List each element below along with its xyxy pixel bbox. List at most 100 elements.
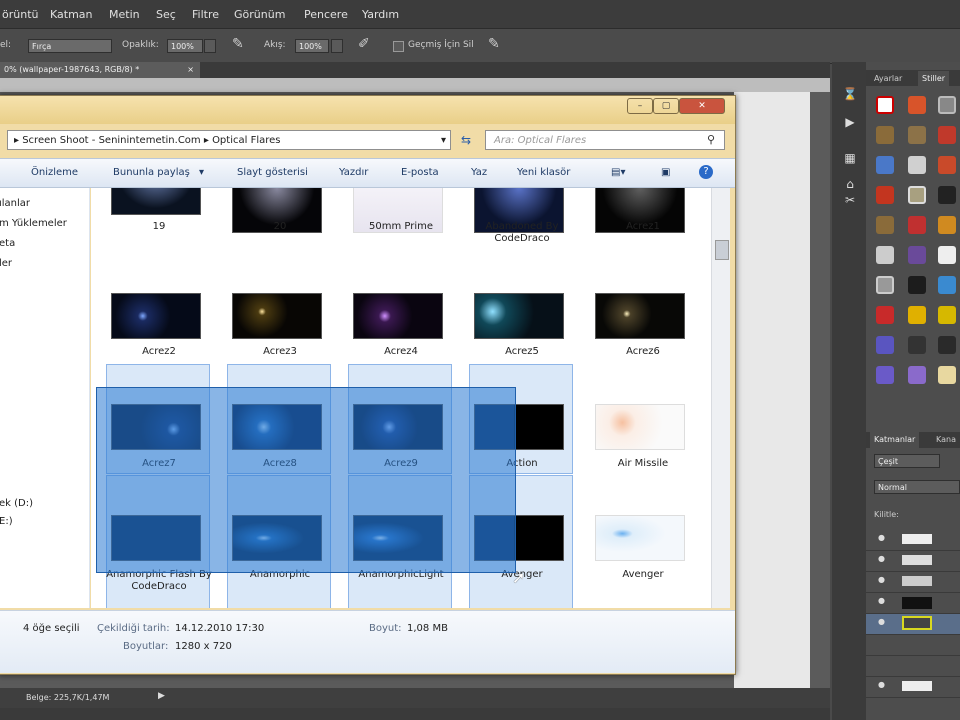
menu-item-view[interactable]: Görünüm bbox=[234, 8, 285, 21]
file-name[interactable]: Air Missile bbox=[579, 458, 707, 470]
print-button[interactable]: Yazdır bbox=[339, 167, 368, 178]
style-swatch[interactable] bbox=[938, 96, 956, 114]
file-thumbnail[interactable] bbox=[111, 188, 201, 215]
style-swatch[interactable] bbox=[876, 306, 894, 324]
refresh-button[interactable]: ⇆ bbox=[455, 130, 477, 150]
menu-item-layer[interactable]: Katman bbox=[50, 8, 93, 21]
address-bar[interactable]: ▸ Screen Shoot - Seninintemetin.Com ▸ Op… bbox=[7, 130, 451, 150]
style-swatch[interactable] bbox=[938, 186, 956, 204]
layer-row[interactable]: ● bbox=[866, 677, 960, 698]
share-with-button[interactable]: Bununla paylaş bbox=[113, 167, 190, 178]
nav-item-drive-d[interactable]: ek (D:) bbox=[0, 498, 33, 509]
file-name[interactable]: Acrez1 bbox=[579, 221, 707, 233]
help-icon[interactable]: ? bbox=[699, 165, 713, 179]
eye-icon[interactable]: ● bbox=[878, 617, 885, 626]
style-swatch[interactable] bbox=[938, 246, 956, 264]
flow-field[interactable]: 100% bbox=[295, 39, 329, 53]
slideshow-button[interactable]: Slayt gösterisi bbox=[237, 167, 308, 178]
style-swatch[interactable] bbox=[876, 336, 894, 354]
preview-button[interactable]: Önizleme bbox=[31, 167, 78, 178]
file-thumbnail[interactable] bbox=[595, 404, 685, 450]
layer-effects-row[interactable] bbox=[866, 635, 960, 656]
search-input[interactable]: Ara: Optical Flares bbox=[485, 130, 725, 150]
swatches-icon[interactable]: ▦ bbox=[840, 148, 860, 168]
chevron-down-icon[interactable]: ▾ bbox=[441, 131, 446, 151]
status-arrow-icon[interactable]: ▶ bbox=[158, 691, 165, 701]
style-swatch[interactable] bbox=[938, 366, 956, 384]
file-thumbnail[interactable] bbox=[111, 293, 201, 339]
airbrush-icon[interactable]: ✐ bbox=[358, 36, 370, 52]
style-swatch[interactable] bbox=[938, 126, 956, 144]
breadcrumb-item[interactable]: Optical Flares bbox=[212, 135, 280, 146]
style-swatch[interactable] bbox=[938, 306, 956, 324]
style-swatch[interactable] bbox=[908, 246, 926, 264]
preview-pane-icon[interactable]: ▣ bbox=[661, 167, 670, 178]
menu-item-image[interactable]: örüntü bbox=[2, 8, 38, 21]
new-folder-button[interactable]: Yeni klasör bbox=[517, 167, 570, 178]
erase-history-checkbox[interactable] bbox=[393, 41, 404, 52]
style-swatch[interactable] bbox=[938, 156, 956, 174]
file-name[interactable]: 19 bbox=[95, 221, 223, 233]
eye-icon[interactable]: ● bbox=[878, 680, 885, 689]
style-swatch[interactable] bbox=[876, 216, 894, 234]
preset-select[interactable]: Fırça bbox=[28, 39, 112, 53]
style-swatch[interactable] bbox=[876, 366, 894, 384]
style-swatch[interactable] bbox=[908, 366, 926, 384]
layer-row-selected[interactable]: ● bbox=[866, 614, 960, 635]
layer-row[interactable]: ● bbox=[866, 593, 960, 614]
search-icon[interactable]: ⚲ bbox=[707, 133, 715, 146]
email-button[interactable]: E-posta bbox=[401, 167, 439, 178]
menu-item-help[interactable]: Yardım bbox=[362, 8, 399, 21]
nav-item-downloads[interactable]: m Yüklemeler bbox=[0, 218, 67, 229]
flow-dropdown[interactable] bbox=[331, 39, 343, 53]
file-name[interactable]: Abandoned By CodeDraco bbox=[458, 221, 586, 245]
close-icon[interactable]: × bbox=[187, 62, 194, 78]
tab-channels[interactable]: Kana bbox=[932, 432, 960, 448]
eye-icon[interactable]: ● bbox=[878, 554, 885, 563]
opacity-field[interactable]: 100% bbox=[167, 39, 203, 53]
opacity-dropdown[interactable] bbox=[204, 39, 216, 53]
style-swatch[interactable] bbox=[876, 96, 894, 114]
style-swatch[interactable] bbox=[908, 96, 926, 114]
vertical-scrollbar[interactable] bbox=[711, 188, 730, 608]
style-swatch[interactable] bbox=[908, 156, 926, 174]
breadcrumb-item[interactable]: Screen Shoot - Seninintemetin.Com bbox=[22, 135, 200, 146]
file-name[interactable]: Avenger bbox=[579, 569, 707, 581]
eye-icon[interactable]: ● bbox=[878, 596, 885, 605]
tab-layers[interactable]: Katmanlar bbox=[870, 432, 920, 448]
style-swatch[interactable] bbox=[938, 276, 956, 294]
share-dropdown-icon[interactable]: ▾ bbox=[199, 167, 204, 178]
file-name[interactable]: 50mm Prime bbox=[337, 221, 465, 233]
tablet-pressure-icon[interactable]: ✎ bbox=[488, 36, 500, 52]
file-thumbnail[interactable] bbox=[595, 293, 685, 339]
style-swatch[interactable] bbox=[908, 306, 926, 324]
file-thumbnail[interactable] bbox=[353, 293, 443, 339]
maximize-button[interactable]: ▢ bbox=[653, 98, 679, 114]
style-swatch[interactable] bbox=[908, 336, 926, 354]
actions-play-icon[interactable]: ▶ bbox=[840, 112, 860, 132]
tab-styles[interactable]: Stiller bbox=[918, 71, 950, 87]
style-swatch[interactable] bbox=[876, 156, 894, 174]
file-name[interactable]: Acrez6 bbox=[579, 346, 707, 358]
layer-row[interactable]: ● bbox=[866, 551, 960, 572]
menu-item-filter[interactable]: Filtre bbox=[192, 8, 219, 21]
history-icon[interactable]: ⌛ bbox=[840, 84, 860, 104]
file-name[interactable]: 20 bbox=[216, 221, 344, 233]
scroll-thumb[interactable] bbox=[715, 240, 729, 260]
menu-item-select[interactable]: Seç bbox=[156, 8, 176, 21]
menu-item-window[interactable]: Pencere bbox=[304, 8, 348, 21]
layer-kind-filter[interactable]: Çeşit bbox=[874, 454, 940, 468]
burn-button[interactable]: Yaz bbox=[471, 167, 487, 178]
style-swatch[interactable] bbox=[876, 246, 894, 264]
style-swatch[interactable] bbox=[908, 126, 926, 144]
view-options-icon[interactable]: ▤▾ bbox=[611, 167, 625, 178]
eye-icon[interactable]: ● bbox=[878, 533, 885, 542]
style-swatch[interactable] bbox=[908, 186, 926, 204]
nav-item[interactable]: ler bbox=[0, 258, 12, 269]
style-swatch[interactable] bbox=[876, 126, 894, 144]
file-thumbnail[interactable] bbox=[595, 515, 685, 561]
tab-adjustments[interactable]: Ayarlar bbox=[870, 71, 906, 87]
file-name[interactable]: Acrez3 bbox=[216, 346, 344, 358]
style-swatch[interactable] bbox=[876, 186, 894, 204]
style-swatch[interactable] bbox=[938, 336, 956, 354]
